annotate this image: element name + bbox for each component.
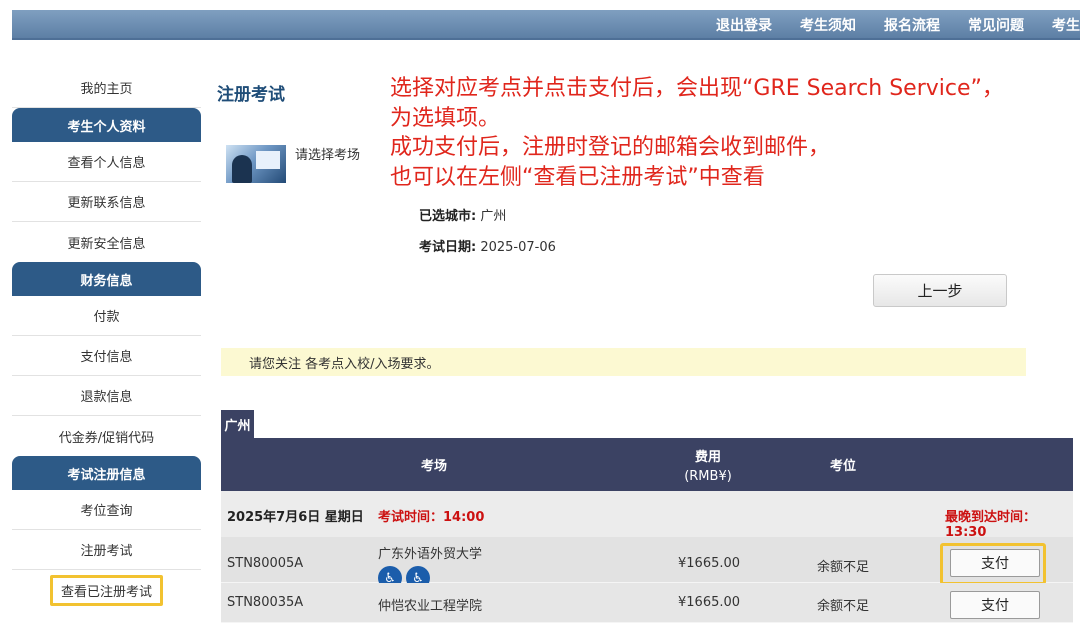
registration-process-link[interactable]: 报名流程 bbox=[884, 15, 940, 35]
sidebar-item-home[interactable]: 我的主页 bbox=[12, 68, 201, 108]
annotation-line: 成功支付后，注册时登记的邮箱会收到邮件， bbox=[390, 135, 831, 160]
table-row: STN80005A 广东外语外贸大学 ♿ ♿ ¥1665.00 余额不足 支付 bbox=[221, 537, 1073, 590]
pay-button[interactable]: 支付 bbox=[950, 591, 1040, 619]
sidebar-item-view-registered[interactable]: 查看已注册考试 bbox=[12, 570, 201, 610]
venue-table: 考场 费用 (RMB¥) 考位 2025年7月6日 星期日 考试时间：14:00… bbox=[221, 438, 1073, 623]
sidebar-item-payment-info[interactable]: 支付信息 bbox=[12, 336, 201, 376]
header-fee-label: 费用 bbox=[694, 449, 721, 465]
selected-city: 已选城市: 广州 bbox=[419, 205, 506, 224]
sidebar: 我的主页 考生个人资料 查看个人信息 更新联系信息 更新安全信息 财务信息 付款… bbox=[12, 68, 201, 610]
venue-name: 仲恺农业工程学院 bbox=[378, 599, 483, 614]
logout-link[interactable]: 退出登录 bbox=[716, 15, 772, 35]
table-row: STN80035A 仲恺农业工程学院 ¥1665.00 余额不足 支付 bbox=[221, 583, 1073, 623]
view-registered-label: 查看已注册考试 bbox=[49, 574, 163, 606]
header-fee: 费用 (RMB¥) bbox=[658, 438, 758, 491]
sidebar-item-refund-info[interactable]: 退款信息 bbox=[12, 376, 201, 416]
seat-status: 余额不足 bbox=[817, 560, 870, 575]
pay-button[interactable]: 支付 bbox=[950, 549, 1040, 577]
red-annotation: 选择对应考点并点击支付后，会出现“GRE Search Service”， 为选… bbox=[390, 74, 1070, 192]
annotation-line: 也可以在左侧“查看已注册考试”中查看 bbox=[390, 164, 765, 190]
test-center-photo bbox=[226, 145, 286, 183]
sidebar-item-update-contact[interactable]: 更新联系信息 bbox=[12, 182, 201, 222]
exam-date-row: 2025年7月6日 星期日 考试时间：14:00 最晚到达时间：13:30 bbox=[221, 491, 1073, 540]
sidebar-section-finance: 财务信息 bbox=[12, 262, 201, 296]
page-title: 注册考试 bbox=[217, 85, 285, 105]
header-venue: 考场 bbox=[341, 438, 527, 491]
annotation-line: 选择对应考点并点击支付后，会出现“GRE Search Service”， bbox=[390, 76, 1004, 101]
top-nav-links: 退出登录 考生须知 报名流程 常见问题 考生 bbox=[688, 10, 1080, 40]
venue-fee: ¥1665.00 bbox=[678, 556, 741, 571]
venue-fee: ¥1665.00 bbox=[678, 595, 741, 610]
header-fee-unit: (RMB¥) bbox=[684, 468, 732, 484]
latest-arrival-time: 最晚到达时间：13:30 bbox=[945, 510, 1037, 540]
sidebar-item-voucher[interactable]: 代金券/促销代码 bbox=[12, 416, 201, 456]
header-venue-label: 考场 bbox=[420, 459, 447, 474]
previous-step-button[interactable]: 上一步 bbox=[873, 274, 1007, 307]
photo-screen bbox=[256, 151, 280, 169]
sidebar-section-profile: 考生个人资料 bbox=[12, 108, 201, 142]
annotation-line: 为选填项。 bbox=[390, 105, 501, 131]
top-navigation-bar: 退出登录 考生须知 报名流程 常见问题 考生 bbox=[12, 10, 1080, 40]
sidebar-item-payment[interactable]: 付款 bbox=[12, 296, 201, 336]
exam-date-value: 2025-07-06 bbox=[480, 240, 556, 255]
venue-code: STN80035A bbox=[227, 595, 304, 610]
exam-date: 考试日期: 2025-07-06 bbox=[419, 236, 556, 255]
city-tab: 广州 bbox=[221, 410, 254, 438]
header-seat-label: 考位 bbox=[829, 459, 856, 474]
table-header: 考场 费用 (RMB¥) 考位 bbox=[221, 438, 1073, 491]
seat-status: 余额不足 bbox=[817, 599, 870, 614]
venue-code: STN80005A bbox=[227, 556, 304, 571]
faq-link[interactable]: 常见问题 bbox=[968, 15, 1024, 35]
selected-city-value: 广州 bbox=[480, 209, 507, 224]
photo-figure bbox=[232, 155, 252, 183]
sidebar-section-registration: 考试注册信息 bbox=[12, 456, 201, 490]
nav-more-link[interactable]: 考生 bbox=[1052, 15, 1080, 35]
sidebar-item-update-security[interactable]: 更新安全信息 bbox=[12, 222, 201, 262]
header-seat: 考位 bbox=[793, 438, 893, 491]
candidate-notice-link[interactable]: 考生须知 bbox=[800, 15, 856, 35]
venue-name: 广东外语外贸大学 bbox=[378, 547, 483, 562]
selected-city-label: 已选城市: bbox=[419, 209, 477, 224]
exam-date-text: 2025年7月6日 星期日 bbox=[227, 510, 364, 525]
sidebar-item-view-profile[interactable]: 查看个人信息 bbox=[12, 142, 201, 182]
sidebar-item-register-exam[interactable]: 注册考试 bbox=[12, 530, 201, 570]
venue-notice: 请您关注 各考点入校/入场要求。 bbox=[221, 348, 1026, 376]
exam-time: 考试时间：14:00 bbox=[378, 510, 485, 525]
choose-venue-label: 请选择考场 bbox=[295, 148, 361, 163]
sidebar-item-seat-search[interactable]: 考位查询 bbox=[12, 490, 201, 530]
exam-date-label: 考试日期: bbox=[419, 240, 477, 255]
